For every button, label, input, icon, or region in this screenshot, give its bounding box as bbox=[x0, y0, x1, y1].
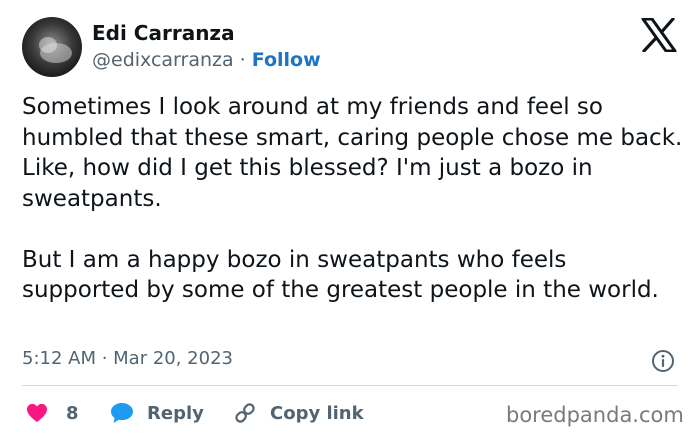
avatar-image bbox=[22, 17, 82, 77]
handle-separator: · bbox=[239, 49, 246, 71]
link-icon bbox=[235, 403, 255, 423]
reply-button[interactable]: Reply bbox=[110, 400, 204, 426]
heart-icon bbox=[27, 403, 47, 423]
like-count: 8 bbox=[66, 402, 79, 424]
author-handle-line: @edixcarranza · Follow bbox=[92, 48, 321, 72]
copy-link-label: Copy link bbox=[270, 402, 364, 424]
watermark: boredpanda.com bbox=[506, 403, 684, 427]
copy-link-button[interactable]: Copy link bbox=[233, 400, 364, 426]
info-icon[interactable] bbox=[651, 349, 675, 373]
tweet-timestamp[interactable]: 5:12 AM · Mar 20, 2023 bbox=[22, 347, 233, 371]
author-name[interactable]: Edi Carranza bbox=[92, 20, 235, 46]
tweet-text: Sometimes I look around at my friends an… bbox=[22, 94, 683, 303]
avatar[interactable] bbox=[22, 17, 82, 77]
reply-label: Reply bbox=[147, 402, 204, 424]
author-handle[interactable]: @edixcarranza bbox=[92, 49, 234, 71]
follow-button[interactable]: Follow bbox=[252, 49, 321, 71]
x-logo-icon[interactable] bbox=[641, 18, 677, 52]
divider bbox=[22, 385, 678, 386]
speech-bubble-icon bbox=[111, 403, 133, 423]
like-button[interactable]: 8 bbox=[26, 400, 79, 426]
